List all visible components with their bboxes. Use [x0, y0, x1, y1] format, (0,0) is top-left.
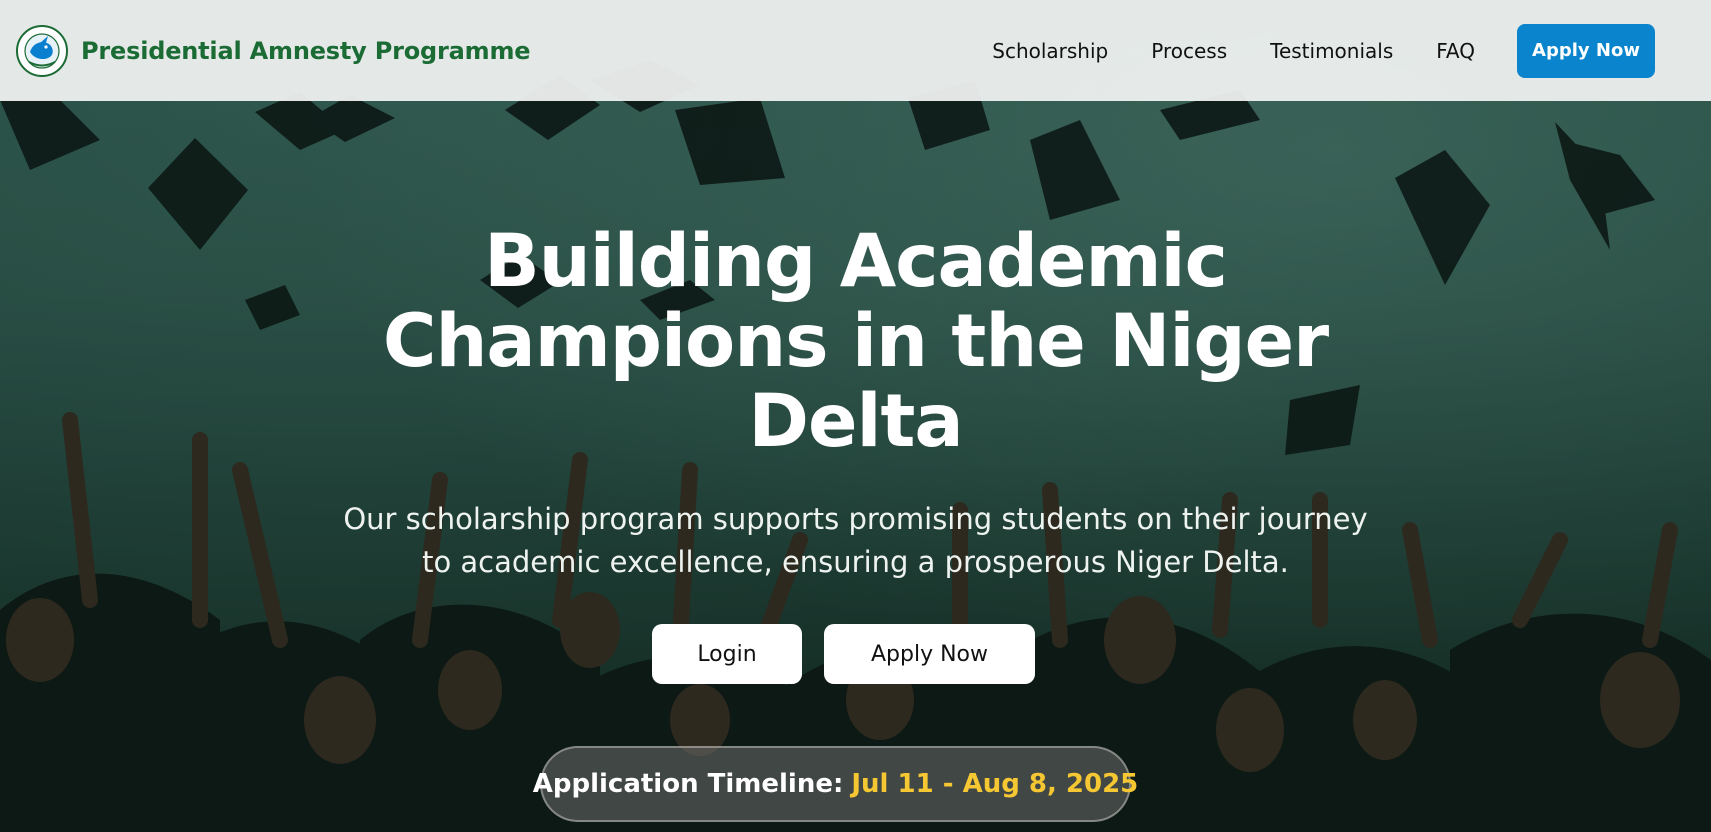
nav-link-faq[interactable]: FAQ [1436, 39, 1475, 63]
headline-line: Delta [748, 379, 963, 464]
application-timeline-badge: Application Timeline: Jul 11 - Aug 8, 20… [533, 746, 1138, 822]
subtitle-line: Our scholarship program supports promisi… [343, 502, 1368, 536]
timeline-label: Application Timeline: [532, 769, 844, 799]
login-button[interactable]: Login [652, 624, 802, 684]
nav-link-process[interactable]: Process [1151, 39, 1227, 63]
hero-apply-now-button[interactable]: Apply Now [824, 624, 1035, 684]
header-apply-now-button[interactable]: Apply Now [1517, 23, 1655, 78]
headline-line: Building Academic [484, 219, 1228, 304]
brand-name[interactable]: Presidential Amnesty Programme [81, 37, 531, 65]
top-navigation-bar: Presidential Amnesty Programme Scholarsh… [0, 0, 1711, 101]
nav-link-testimonials[interactable]: Testimonials [1270, 39, 1393, 63]
timeline-dates: Jul 11 - Aug 8, 2025 [851, 769, 1139, 799]
programme-logo[interactable] [14, 20, 70, 82]
seal-icon [16, 24, 68, 77]
main-nav: Scholarship Process Testimonials FAQ App… [992, 23, 1655, 78]
headline-line: Champions in the Niger [382, 299, 1329, 384]
hero-headline: Building Academic Champions in the Niger… [0, 222, 1711, 462]
hero-subtitle: Our scholarship program supports promisi… [300, 498, 1411, 584]
subtitle-line: to academic excellence, ensuring a prosp… [422, 545, 1289, 579]
nav-link-scholarship[interactable]: Scholarship [992, 39, 1108, 63]
hero-cta-group: Login Apply Now [0, 624, 1711, 684]
